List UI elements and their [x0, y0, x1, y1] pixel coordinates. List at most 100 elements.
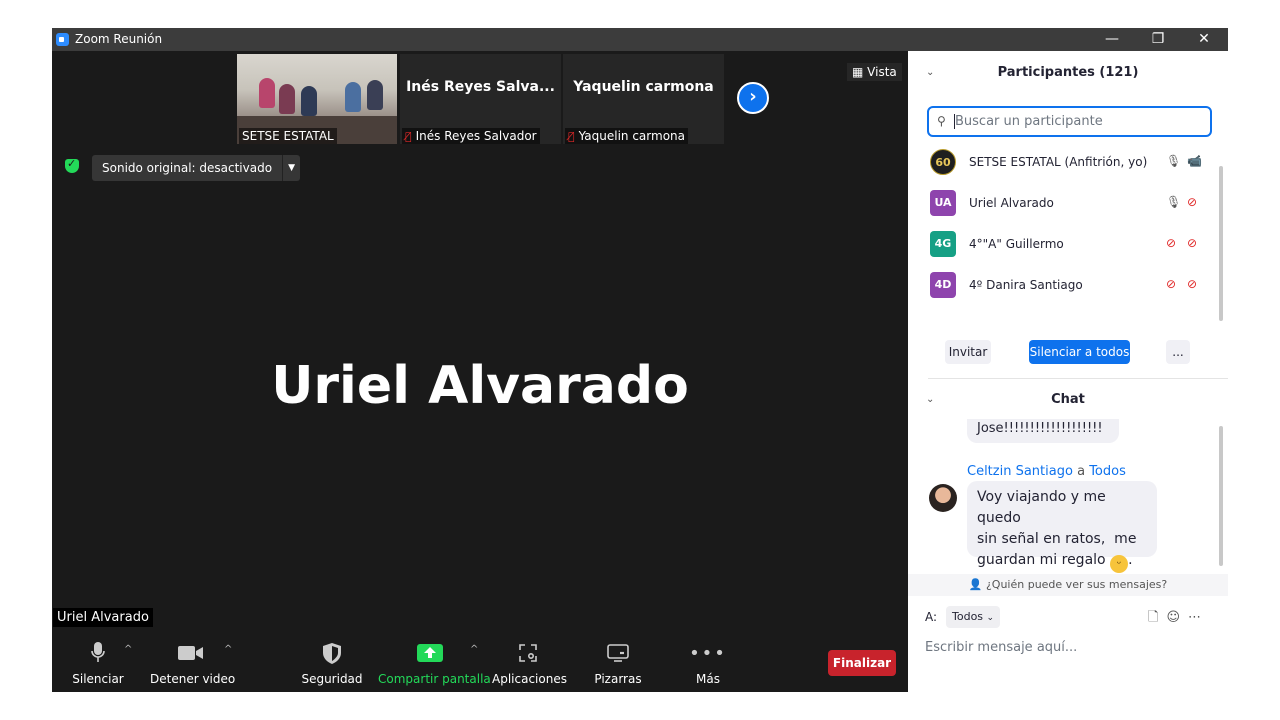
- chevron-up-icon[interactable]: ^: [224, 644, 232, 655]
- zoom-window: Zoom Reunión — ❐ ✕ SETSE ESTATAL Inés Re…: [52, 28, 1228, 692]
- chat-message-text: Voy viajando y me quedo: [977, 489, 1106, 526]
- chat-message-text: guardan mi regalo: [977, 552, 1106, 568]
- video-off-icon[interactable]: ⊘: [1187, 277, 1197, 291]
- chevron-down-icon[interactable]: ▼: [282, 155, 300, 181]
- apps-button[interactable]: Aplicaciones: [492, 638, 567, 692]
- meeting-toolbar: ^ Silenciar ^ Detener video Seguridad ^ …: [52, 638, 908, 692]
- security-shield-icon: [298, 638, 366, 668]
- grinning-emoji-icon: ᵕ: [1110, 555, 1129, 573]
- security-button[interactable]: Seguridad: [298, 638, 366, 692]
- video-thumbnail-yaquelin[interactable]: Yaquelin carmona 🎙̸ Yaquelin carmona: [563, 54, 724, 144]
- person-figure: [301, 86, 317, 116]
- file-icon[interactable]: 🗋: [1148, 610, 1166, 625]
- mic-muted-icon: 🎙̸: [568, 130, 575, 143]
- original-sound-button[interactable]: Sonido original: desactivado ▼: [92, 155, 301, 181]
- chat-recipient[interactable]: Todos: [1089, 464, 1126, 479]
- chat-message-text: Jose!!!!!!!!!!!!!!!!!!!: [977, 421, 1103, 436]
- window-title: Zoom Reunión: [75, 32, 163, 46]
- encryption-shield-icon[interactable]: [65, 157, 79, 173]
- invite-button[interactable]: Invitar: [945, 340, 991, 364]
- participant-search-input[interactable]: ⚲ Buscar un participante: [927, 106, 1212, 137]
- user-lock-icon: 👤: [968, 578, 983, 591]
- whiteboards-label: Pizarras: [594, 672, 642, 686]
- more-button[interactable]: ••• Más: [676, 638, 740, 692]
- mic-muted-icon: 🎙̸: [405, 130, 412, 143]
- mic-muted-icon[interactable]: ⊘: [1166, 277, 1176, 291]
- stop-video-button[interactable]: ^ Detener video: [150, 638, 236, 692]
- share-screen-button[interactable]: ^ Compartir pantalla: [378, 638, 491, 692]
- recipient-label: A:: [925, 610, 938, 624]
- mute-button[interactable]: ^ Silenciar: [66, 638, 132, 692]
- recipient-select[interactable]: Todos ⌄: [946, 606, 1001, 628]
- video-camera-icon: [150, 638, 232, 668]
- thumbnail-name-tag: Yaquelin carmona: [578, 129, 685, 143]
- search-icon: ⚲: [937, 114, 946, 128]
- chat-scrollbar[interactable]: [1219, 426, 1223, 566]
- security-label: Seguridad: [301, 672, 363, 686]
- microphone-icon[interactable]: 🎙: [1166, 195, 1181, 209]
- apps-icon: [492, 638, 564, 668]
- mute-label: Silenciar: [72, 672, 124, 686]
- participant-row[interactable]: 60 SETSE ESTATAL (Anfitrión, yo) 🎙 📹: [908, 142, 1220, 183]
- original-sound-label: Sonido original: desactivado: [102, 161, 273, 175]
- emoji-icon[interactable]: ☺: [1166, 610, 1188, 625]
- person-figure: [259, 78, 275, 108]
- video-thumbnail-setse[interactable]: SETSE ESTATAL: [237, 54, 397, 144]
- video-off-icon[interactable]: ⊘: [1187, 236, 1197, 250]
- next-page-arrow-icon[interactable]: ›: [737, 82, 769, 114]
- chat-actions: 🗋☺⋯: [1148, 608, 1209, 630]
- meeting-stage: SETSE ESTATAL Inés Reyes Salva... 🎙̸ Inés…: [52, 51, 908, 692]
- microphone-icon: [66, 638, 130, 668]
- collapse-chevron-icon[interactable]: ⌄: [926, 58, 934, 88]
- participant-list: 60 SETSE ESTATAL (Anfitrión, yo) 🎙 📹 UA …: [908, 142, 1220, 306]
- share-screen-icon: [378, 638, 482, 668]
- whiteboard-icon: [586, 638, 650, 668]
- whiteboards-button[interactable]: Pizarras: [586, 638, 650, 692]
- participants-header: ⌄ Participantes (121): [908, 58, 1228, 88]
- participant-name: 4°"A" Guillermo: [969, 237, 1064, 251]
- chat-sender-line: Celtzin Santiago a Todos: [967, 464, 1126, 479]
- chat-avatar: [929, 484, 957, 512]
- video-off-icon[interactable]: ⊘: [1187, 195, 1197, 209]
- video-thumbnail-ines[interactable]: Inés Reyes Salva... 🎙̸ Inés Reyes Salvado…: [400, 54, 561, 144]
- stop-video-label: Detener video: [150, 672, 236, 686]
- search-placeholder: Buscar un participante: [955, 114, 1103, 129]
- participants-more-button[interactable]: ...: [1166, 340, 1190, 364]
- microphone-icon[interactable]: 🎙: [1166, 154, 1181, 168]
- chat-sender-name[interactable]: Celtzin Santiago: [967, 464, 1073, 479]
- participant-name: SETSE ESTATAL (Anfitrión, yo): [969, 155, 1148, 169]
- view-button[interactable]: ▦ Vista: [847, 63, 902, 81]
- close-button[interactable]: ✕: [1181, 28, 1227, 51]
- restore-button[interactable]: ❐: [1135, 28, 1181, 51]
- share-screen-label: Compartir pantalla: [378, 672, 491, 686]
- participant-row[interactable]: 4D 4º Danira Santiago ⊘ ⊘: [908, 265, 1220, 306]
- collapse-chevron-icon[interactable]: ⌄: [926, 385, 934, 415]
- thumbnail-name-tag: SETSE ESTATAL: [239, 128, 337, 144]
- chat-message: Voy viajando y me quedo sin señal en rat…: [967, 481, 1157, 573]
- who-can-see-messages[interactable]: 👤 ¿Quién puede ver sus mensajes?: [908, 574, 1228, 596]
- minimize-button[interactable]: —: [1089, 28, 1135, 51]
- chevron-up-icon[interactable]: ^: [470, 644, 478, 655]
- participant-row[interactable]: UA Uriel Alvarado 🎙 ⊘: [908, 183, 1220, 224]
- video-camera-icon[interactable]: 📹: [1187, 154, 1202, 168]
- chat-header: ⌄ Chat: [908, 385, 1228, 415]
- chat-message-input[interactable]: Escribir mensaje aquí...: [925, 640, 1077, 655]
- thumbnail-name-tag: Inés Reyes Salvador: [415, 129, 537, 143]
- who-can-see-label: ¿Quién puede ver sus mensajes?: [985, 578, 1168, 591]
- title-bar: Zoom Reunión — ❐ ✕: [52, 28, 1228, 51]
- more-dots-icon[interactable]: ⋯: [1188, 610, 1209, 625]
- chat-message-text: sin señal en ratos, me: [977, 531, 1137, 547]
- participant-row[interactable]: 4G 4°"A" Guillermo ⊘ ⊘: [908, 224, 1220, 265]
- view-button-label: Vista: [867, 65, 897, 79]
- section-divider: [928, 378, 1228, 379]
- side-panel: ⌄ Participantes (121) ⚲ Buscar un partic…: [908, 51, 1228, 692]
- chevron-up-icon[interactable]: ^: [124, 644, 132, 655]
- participants-title: Participantes (121): [997, 65, 1139, 80]
- end-meeting-button[interactable]: Finalizar: [828, 650, 896, 676]
- person-figure: [345, 82, 361, 112]
- grid-icon: ▦: [852, 65, 864, 79]
- person-figure: [367, 80, 383, 110]
- mic-muted-icon[interactable]: ⊘: [1166, 236, 1176, 250]
- mute-all-button[interactable]: Silenciar a todos: [1029, 340, 1130, 364]
- participants-scrollbar[interactable]: [1219, 166, 1223, 321]
